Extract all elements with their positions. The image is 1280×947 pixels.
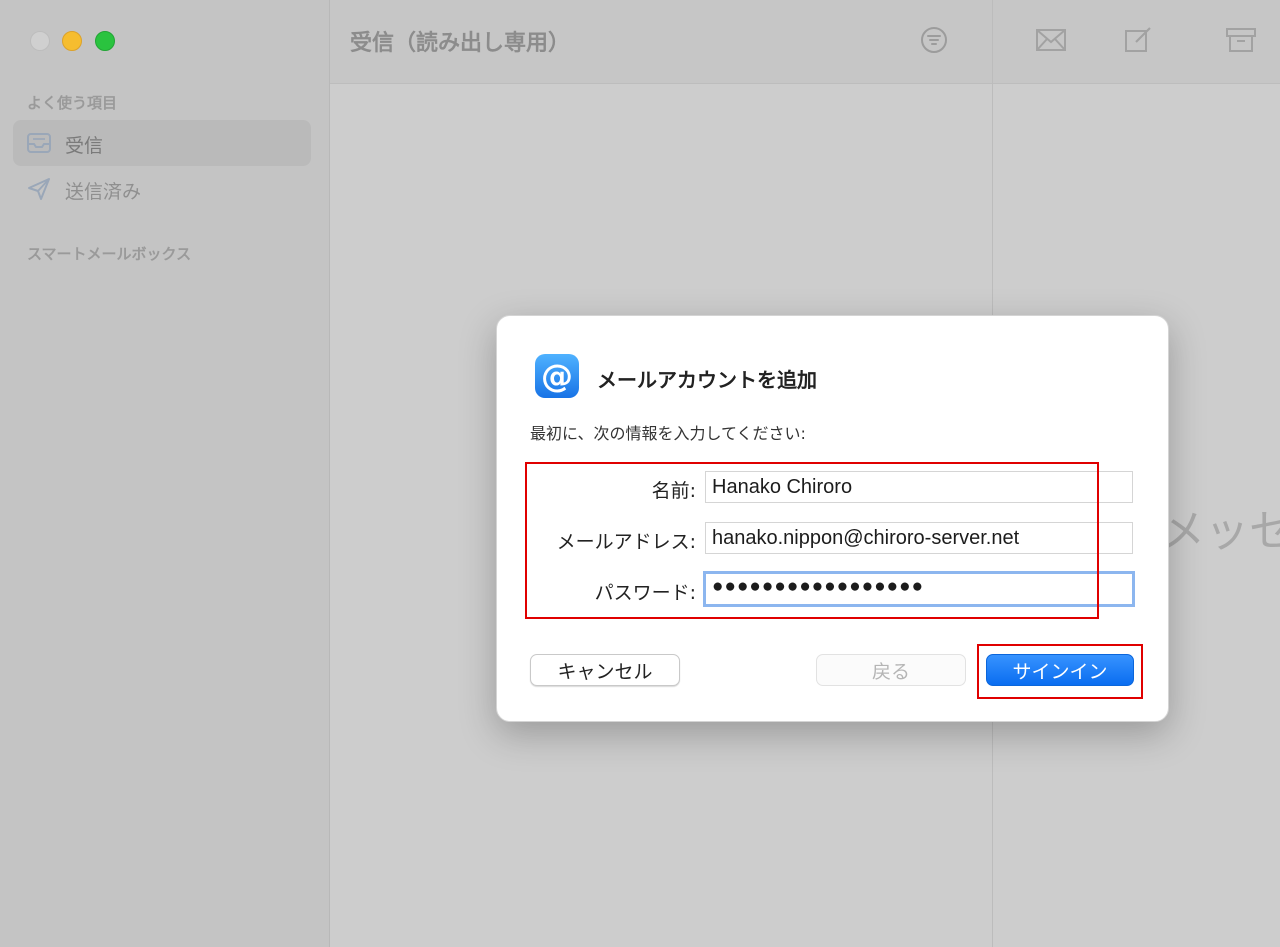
dialog-description: 最初に、次の情報を入力してください: xyxy=(530,424,806,443)
sidebar-item-label: 受信 xyxy=(65,135,104,157)
inbox-icon xyxy=(27,133,51,153)
add-mail-account-dialog: @ メールアカウントを追加 最初に、次の情報を入力してください: 名前: Han… xyxy=(496,315,1169,722)
zoom-window-button[interactable] xyxy=(95,31,115,51)
sidebar-item-label: 送信済み xyxy=(65,181,142,203)
mail-at-icon: @ xyxy=(535,354,579,398)
smart-mailboxes-header: スマートメールボックス xyxy=(27,245,192,263)
dialog-title: メールアカウントを追加 xyxy=(597,368,817,392)
email-field[interactable]: hanako.nippon@chiroro-server.net xyxy=(705,522,1133,554)
favorites-header: よく使う項目 xyxy=(27,94,118,112)
no-message-selected-text: メッセ xyxy=(1161,506,1280,557)
compose-icon[interactable] xyxy=(1123,26,1155,54)
archive-icon[interactable] xyxy=(1225,26,1257,54)
password-label: パスワード: xyxy=(594,582,696,604)
filter-icon[interactable] xyxy=(920,26,948,54)
list-toolbar: 受信（読み出し専用） xyxy=(330,0,992,84)
name-label: 名前: xyxy=(651,480,696,502)
mailbox-title: 受信（読み出し専用） xyxy=(350,31,571,56)
minimize-window-button[interactable] xyxy=(62,31,82,51)
sidebar-item-inbox[interactable]: 受信 xyxy=(13,120,311,166)
paper-plane-icon xyxy=(28,178,50,200)
cancel-button[interactable]: キャンセル xyxy=(530,654,680,686)
sidebar-item-sent[interactable]: 送信済み xyxy=(13,166,311,212)
sidebar: よく使う項目 受信 送信済み スマートメールボックス xyxy=(0,0,330,947)
name-field[interactable]: Hanako Chiroro xyxy=(705,471,1133,503)
back-button[interactable]: 戻る xyxy=(816,654,966,686)
close-window-button[interactable] xyxy=(30,31,50,51)
envelope-icon[interactable] xyxy=(1035,26,1067,54)
sign-in-button[interactable]: サインイン xyxy=(986,654,1134,686)
email-label: メールアドレス: xyxy=(556,531,696,553)
password-field[interactable]: ●●●●●●●●●●●●●●●●● xyxy=(703,571,1135,607)
viewer-toolbar xyxy=(993,0,1280,84)
